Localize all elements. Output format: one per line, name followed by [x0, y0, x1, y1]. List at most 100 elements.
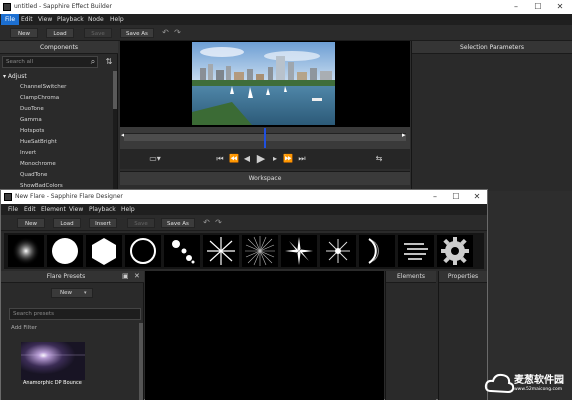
flare-save-as-button[interactable]: Save As — [161, 218, 195, 228]
selection-parameters-header: Selection Parameters — [412, 41, 572, 54]
step-back-icon[interactable]: ⏪ — [228, 152, 240, 166]
arc-preset-icon[interactable] — [359, 235, 395, 267]
flare-maximize-icon[interactable]: ☐ — [445, 190, 467, 204]
app-icon — [3, 3, 11, 11]
timeline[interactable]: ◂ ▸ — [120, 127, 410, 149]
maximize-icon[interactable]: ☐ — [527, 0, 549, 14]
out-point-marker[interactable]: ▸ — [402, 131, 406, 139]
tree-item[interactable]: Invert — [20, 150, 36, 156]
flare-menu-bar: File Edit Element View Playback Help — [1, 204, 487, 215]
presets-scrollbar[interactable] — [139, 323, 143, 400]
element-presets-strip — [4, 233, 484, 269]
flare-presets-title: Flare Presets — [46, 273, 86, 280]
new-button[interactable]: New — [10, 28, 38, 38]
loop-icon[interactable]: ⇆ — [372, 152, 386, 166]
flare-title-bar: New Flare - Sapphire Flare Designer – ☐ … — [1, 190, 487, 204]
view-mode-dropdown[interactable]: ▭▾ — [146, 152, 164, 166]
search-icon[interactable]: ⌕ — [88, 57, 98, 67]
preset-caption: Anamorphic DP Bounce — [23, 380, 82, 386]
star-burst-preset-icon[interactable] — [203, 235, 239, 267]
flare-new-button[interactable]: New — [17, 218, 45, 228]
flare-menu-playback[interactable]: Playback — [85, 204, 120, 215]
next-frame-icon[interactable]: ▸ — [270, 152, 280, 166]
flare-canvas[interactable] — [145, 271, 384, 400]
flare-insert-button[interactable]: Insert — [89, 218, 117, 228]
dots-preset-icon[interactable] — [164, 235, 200, 267]
flare-presets-panel: Flare Presets ▣ ✕ New ▾ Search presets A… — [1, 271, 144, 400]
preview-image — [192, 42, 335, 125]
flare-menu-help[interactable]: Help — [117, 204, 139, 215]
tree-item[interactable]: DuoTone — [20, 106, 44, 112]
save-button[interactable]: Save — [84, 28, 112, 38]
tree-item[interactable]: Monochrome — [20, 161, 56, 167]
glow-preset-icon[interactable] — [8, 235, 44, 267]
watermark-url: www.52maicong.com — [514, 387, 563, 392]
flare-menu-view[interactable]: View — [65, 204, 87, 215]
flare-redo-icon[interactable]: ↷ — [214, 218, 223, 228]
preset-thumbnail[interactable]: Anamorphic DP Bounce — [21, 342, 85, 386]
tree-item[interactable]: ChannelSwitcher — [20, 84, 66, 90]
menu-playback[interactable]: Playback — [53, 14, 88, 25]
presets-search-placeholder: Search presets — [13, 311, 54, 317]
flare-minimize-icon[interactable]: – — [424, 190, 446, 204]
undo-icon[interactable]: ↶ — [161, 28, 170, 38]
load-button[interactable]: Load — [46, 28, 74, 38]
preview-viewer — [120, 41, 410, 127]
play-icon[interactable]: ▶ — [254, 152, 268, 166]
flare-app-icon — [4, 193, 12, 201]
reverse-play-icon[interactable]: ◀ — [242, 152, 252, 166]
components-search-input[interactable]: Search all — [2, 56, 98, 68]
disc-preset-icon[interactable] — [47, 235, 83, 267]
window-title: untitled - Sapphire Effect Builder — [14, 3, 113, 10]
scrollbar-thumb[interactable] — [139, 323, 143, 400]
menu-node[interactable]: Node — [84, 14, 108, 25]
dropdown-value: New — [60, 290, 72, 296]
tree-item[interactable]: Hotspots — [20, 128, 44, 134]
lines-preset-icon[interactable] — [398, 235, 434, 267]
flare-load-button[interactable]: Load — [53, 218, 81, 228]
spikes-preset-icon[interactable] — [281, 235, 317, 267]
star-glow-preset-icon[interactable] — [320, 235, 356, 267]
step-forward-icon[interactable]: ⏩ — [282, 152, 294, 166]
minimize-icon[interactable]: – — [505, 0, 527, 14]
add-filter-link[interactable]: Add Filter — [11, 325, 37, 331]
tree-item[interactable]: Gamma — [20, 117, 42, 123]
components-scrollbar[interactable] — [113, 71, 117, 191]
undock-icon[interactable]: ▣ — [122, 272, 129, 280]
preset-preview-image — [21, 342, 85, 380]
tree-category-adjust[interactable]: ▾ Adjust — [3, 73, 27, 80]
redo-icon[interactable]: ↷ — [173, 28, 182, 38]
category-label: Adjust — [7, 73, 27, 80]
flare-undo-icon[interactable]: ↶ — [202, 218, 211, 228]
workspace-header: Workspace — [120, 171, 410, 185]
flare-close-icon[interactable]: ✕ — [466, 190, 488, 204]
playhead[interactable] — [264, 128, 266, 148]
scrollbar-thumb[interactable] — [113, 71, 117, 109]
cloud-logo-icon — [484, 373, 514, 394]
components-panel: Components Search all ⌕ ⇅ ▾ Adjust Chann… — [0, 41, 118, 191]
tree-item[interactable]: ClampChroma — [20, 95, 59, 101]
menu-help[interactable]: Help — [106, 14, 128, 25]
hexagon-preset-icon[interactable] — [86, 235, 122, 267]
gear-preset-icon[interactable] — [437, 235, 473, 267]
save-as-button[interactable]: Save As — [120, 28, 154, 38]
tree-item[interactable]: HueSatBright — [20, 139, 57, 145]
properties-header: Properties — [439, 271, 487, 283]
streaks-preset-icon[interactable] — [242, 235, 278, 267]
go-to-start-icon[interactable]: ⏮ — [214, 152, 226, 166]
properties-panel: Properties — [438, 271, 487, 400]
flare-save-button[interactable]: Save — [127, 218, 155, 228]
close-icon[interactable]: ✕ — [549, 0, 571, 14]
tree-item[interactable]: QuadTone — [20, 172, 47, 178]
preset-category-dropdown[interactable]: New ▾ — [51, 288, 93, 298]
flare-designer-window: New Flare - Sapphire Flare Designer – ☐ … — [0, 189, 488, 400]
panel-close-icon[interactable]: ✕ — [134, 272, 140, 280]
sort-icon[interactable]: ⇅ — [104, 57, 114, 67]
transport-controls: ▭▾ ⏮ ⏪ ◀ ▶ ▸ ⏩ ⏭ ⇆ — [120, 149, 410, 169]
site-watermark: 麦葱软件园 www.52maicong.com — [484, 367, 572, 400]
components-header: Components — [0, 41, 118, 54]
presets-search-input[interactable]: Search presets — [9, 308, 141, 320]
go-to-end-icon[interactable]: ⏭ — [296, 152, 308, 166]
ring-preset-icon[interactable] — [125, 235, 161, 267]
menu-bar: File Edit View Playback Node Help — [0, 14, 572, 25]
